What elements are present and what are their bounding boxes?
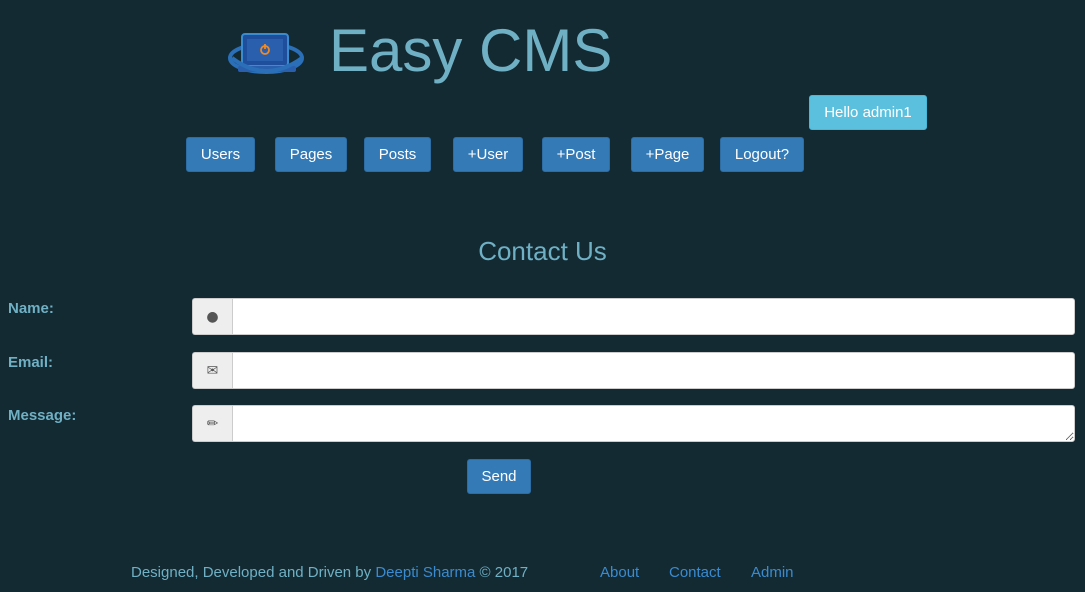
greeting-badge[interactable]: Hello admin1 <box>809 95 927 130</box>
message-input-group: ✏ <box>192 405 1075 442</box>
nav-add-page-button[interactable]: +Page <box>631 137 704 172</box>
nav-posts-button[interactable]: Posts <box>364 137 431 172</box>
message-textarea[interactable] <box>232 405 1075 442</box>
pencil-icon: ✏ <box>192 405 232 442</box>
site-title: Easy CMS <box>329 17 613 84</box>
nav-add-user-button[interactable]: +User <box>453 137 523 172</box>
footer-credit: Designed, Developed and Driven by Deepti… <box>131 564 528 581</box>
footer-contact-link[interactable]: Contact <box>669 564 721 581</box>
footer-credit-prefix: Designed, Developed and Driven by <box>131 564 376 581</box>
user-icon: ● <box>192 298 232 335</box>
send-button[interactable]: Send <box>467 459 531 494</box>
contact-heading: Contact Us <box>478 236 607 266</box>
footer-admin-link[interactable]: Admin <box>751 564 794 581</box>
name-input[interactable] <box>232 298 1075 335</box>
nav-pages-button[interactable]: Pages <box>275 137 347 172</box>
logo-laptop-icon <box>228 33 304 74</box>
footer-credit-suffix: © 2017 <box>475 564 529 581</box>
name-label: Name: <box>8 300 54 317</box>
email-input-group: ✉ <box>192 352 1075 389</box>
name-input-group: ● <box>192 298 1075 335</box>
nav-users-button[interactable]: Users <box>186 137 255 172</box>
nav-logout-button[interactable]: Logout? <box>720 137 804 172</box>
footer-about-link[interactable]: About <box>600 564 639 581</box>
email-input[interactable] <box>232 352 1075 389</box>
envelope-icon: ✉ <box>192 352 232 389</box>
nav-add-post-button[interactable]: +Post <box>542 137 610 172</box>
message-label: Message: <box>8 407 77 424</box>
email-label: Email: <box>8 354 54 371</box>
footer-author-link[interactable]: Deepti Sharma <box>375 564 475 581</box>
